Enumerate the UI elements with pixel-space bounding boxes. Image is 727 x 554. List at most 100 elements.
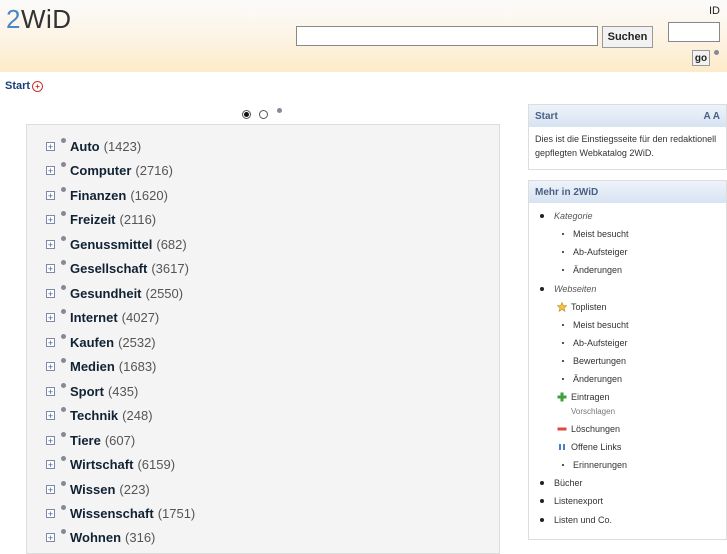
menu-offene-links[interactable]: Offene Links [557, 442, 621, 452]
expand-icon[interactable]: + [46, 410, 55, 420]
menu-kat-aenderungen[interactable]: Änderungen [562, 265, 622, 275]
expand-icon[interactable]: + [46, 337, 55, 347]
menu-label[interactable]: Vorschlagen [571, 407, 615, 416]
info-dot-icon[interactable] [61, 284, 66, 290]
expand-icon[interactable]: + [46, 459, 55, 469]
info-dot-icon[interactable] [61, 382, 66, 388]
menu-label[interactable]: Löschungen [571, 424, 620, 434]
info-dot-icon[interactable] [61, 406, 66, 412]
menu-vorschlagen[interactable]: Vorschlagen [571, 407, 615, 416]
category-name[interactable]: Wissen [70, 482, 115, 497]
expand-icon[interactable]: + [46, 508, 55, 518]
expand-icon[interactable]: + [46, 190, 55, 200]
category-name[interactable]: Wirtschaft [70, 457, 133, 472]
info-dot-icon[interactable] [61, 235, 66, 241]
menu-loeschungen[interactable]: Löschungen [557, 424, 620, 434]
menu-label[interactable]: Ab-Aufsteiger [573, 338, 628, 348]
category-item[interactable]: + Genussmittel (682) [46, 235, 187, 253]
category-item[interactable]: + Freizeit (2116) [46, 210, 156, 228]
menu-label[interactable]: Erinnerungen [573, 460, 627, 470]
category-item[interactable]: + Gesundheit (2550) [46, 284, 183, 302]
category-item[interactable]: + Internet (4027) [46, 308, 159, 326]
category-name[interactable]: Freizeit [70, 212, 116, 227]
category-name[interactable]: Tiere [70, 433, 101, 448]
expand-icon[interactable]: + [46, 361, 55, 371]
category-name[interactable]: Gesellschaft [70, 261, 147, 276]
menu-label[interactable]: Offene Links [571, 442, 621, 452]
menu-listenexport[interactable]: Listenexport [540, 496, 603, 506]
menu-toplisten[interactable]: Toplisten [557, 302, 607, 312]
category-item[interactable]: + Wohnen (316) [46, 528, 155, 546]
expand-icon[interactable]: + [46, 484, 55, 494]
menu-eintragen[interactable]: Eintragen [557, 392, 610, 402]
info-dot-icon[interactable] [61, 528, 66, 534]
expand-icon[interactable]: + [46, 263, 55, 273]
menu-label[interactable]: Meist besucht [573, 320, 629, 330]
menu-label[interactable]: Änderungen [573, 374, 622, 384]
view-radio-2[interactable] [259, 110, 269, 119]
category-item[interactable]: + Medien (1683) [46, 357, 156, 375]
category-name[interactable]: Kaufen [70, 335, 114, 350]
info-dot-icon[interactable] [276, 108, 282, 113]
menu-listen-und-co[interactable]: Listen und Co. [540, 515, 612, 525]
info-dot-icon[interactable] [61, 308, 66, 314]
category-name[interactable]: Internet [70, 310, 118, 325]
expand-icon[interactable]: + [46, 239, 55, 249]
category-item[interactable]: + Wissenschaft (1751) [46, 504, 195, 522]
view-radio-1[interactable] [242, 110, 251, 119]
category-item[interactable]: + Wirtschaft (6159) [46, 455, 175, 473]
expand-icon[interactable]: + [46, 435, 55, 445]
info-dot-icon[interactable] [61, 333, 66, 339]
category-name[interactable]: Wohnen [70, 530, 121, 545]
id-input[interactable] [668, 22, 720, 42]
category-name[interactable]: Technik [70, 408, 118, 423]
category-name[interactable]: Genussmittel [70, 237, 152, 252]
info-dot-icon[interactable] [61, 480, 66, 486]
menu-web-aenderungen[interactable]: Änderungen [562, 374, 622, 384]
breadcrumb-start[interactable]: Start [5, 80, 30, 92]
category-item[interactable]: + Tiere (607) [46, 431, 135, 449]
menu-erinnerungen[interactable]: Erinnerungen [562, 460, 627, 470]
menu-bewertungen[interactable]: Bewertungen [562, 356, 626, 366]
menu-label[interactable]: Listen und Co. [554, 515, 612, 525]
category-item[interactable]: + Auto (1423) [46, 137, 141, 155]
expand-icon[interactable]: + [46, 386, 55, 396]
category-name[interactable]: Medien [70, 359, 115, 374]
font-size-toggle[interactable]: A A [704, 111, 720, 122]
menu-buecher[interactable]: Bücher [540, 478, 583, 488]
category-name[interactable]: Wissenschaft [70, 506, 154, 521]
category-name[interactable]: Computer [70, 163, 131, 178]
info-dot-icon[interactable] [714, 50, 719, 55]
menu-label[interactable]: Bewertungen [573, 356, 626, 366]
category-item[interactable]: + Sport (435) [46, 382, 138, 400]
category-name[interactable]: Gesundheit [70, 286, 142, 301]
menu-label[interactable]: Bücher [554, 478, 583, 488]
category-item[interactable]: + Technik (248) [46, 406, 153, 424]
add-circle-icon[interactable]: + [32, 80, 44, 92]
category-item[interactable]: + Computer (2716) [46, 161, 173, 179]
category-item[interactable]: + Gesellschaft (3617) [46, 259, 189, 277]
info-dot-icon[interactable] [61, 431, 66, 437]
expand-icon[interactable]: + [46, 214, 55, 224]
info-dot-icon[interactable] [61, 161, 66, 167]
menu-label[interactable]: Änderungen [573, 265, 622, 275]
menu-kat-meist-besucht[interactable]: Meist besucht [562, 229, 629, 239]
info-dot-icon[interactable] [61, 259, 66, 265]
info-dot-icon[interactable] [61, 455, 66, 461]
info-dot-icon[interactable] [61, 137, 66, 143]
info-dot-icon[interactable] [61, 186, 66, 192]
menu-label[interactable]: Toplisten [571, 302, 607, 312]
expand-icon[interactable]: + [46, 165, 55, 175]
search-button[interactable]: Suchen [602, 26, 653, 48]
expand-icon[interactable]: + [46, 312, 55, 322]
expand-icon[interactable]: + [46, 532, 55, 542]
menu-label[interactable]: Listenexport [554, 496, 603, 506]
search-input[interactable] [296, 26, 598, 46]
expand-icon[interactable]: + [46, 141, 55, 151]
category-item[interactable]: + Wissen (223) [46, 480, 150, 498]
expand-icon[interactable]: + [46, 288, 55, 298]
go-button[interactable]: go [692, 50, 710, 66]
category-name[interactable]: Sport [70, 384, 104, 399]
menu-label[interactable]: Eintragen [571, 392, 610, 402]
category-name[interactable]: Auto [70, 139, 100, 154]
